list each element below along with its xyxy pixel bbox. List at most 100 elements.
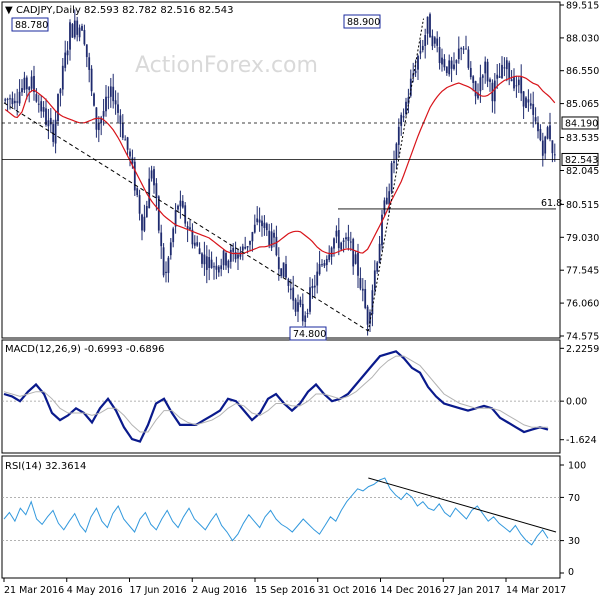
candle-body: [541, 140, 544, 156]
candle-body: [335, 230, 338, 237]
price-tick-label: 88.030: [566, 33, 599, 44]
rsi-line: [3, 477, 549, 546]
candle-body: [426, 16, 429, 34]
candle-body: [205, 256, 208, 270]
rsi-panel-frame: [1, 455, 561, 579]
rsi-axis: 100 70 30 0: [560, 461, 586, 578]
candle-body: [287, 278, 290, 286]
candle-body: [9, 98, 11, 100]
candle-body: [400, 114, 403, 126]
candle-body: [133, 161, 136, 191]
rsi-tick-label: 100: [568, 461, 586, 472]
candle-body: [313, 285, 316, 288]
candle-body: [515, 85, 518, 87]
candle-body: [462, 48, 465, 50]
candle-body: [275, 236, 278, 256]
candle-body: [265, 223, 268, 231]
candle-body: [47, 120, 50, 127]
macd-axis: 2.2259 0.00 -1.624: [560, 344, 599, 446]
candle-body: [359, 277, 362, 289]
candle-body: [354, 254, 357, 264]
candle-body: [285, 264, 287, 278]
candle-body: [131, 157, 134, 164]
candle-body: [520, 76, 523, 94]
dropdown-icon[interactable]: ▼: [5, 5, 13, 16]
candle-body: [405, 101, 407, 115]
candle-body: [304, 315, 307, 322]
candle-body: [208, 257, 211, 268]
candle-body: [373, 270, 376, 290]
candle-body: [289, 288, 292, 291]
candle-body: [337, 230, 340, 249]
rsi-tick-label: 70: [568, 493, 580, 504]
candle-body: [421, 45, 424, 51]
candle-body: [136, 188, 139, 195]
price-tick-label: 77.545: [566, 266, 599, 277]
candle-body: [546, 127, 549, 139]
price-tick-label: 74.575: [566, 332, 599, 343]
candle-body: [364, 288, 367, 308]
candle-body: [246, 246, 249, 248]
date-tick-label: 2 Aug 2016: [192, 585, 247, 596]
candle-body: [501, 64, 503, 79]
candle-body: [450, 60, 453, 69]
candle-body: [537, 123, 539, 132]
date-tick-label: 15 Sep 2016: [255, 585, 315, 596]
candle-body: [467, 49, 470, 68]
candle-body: [23, 77, 26, 90]
candle-body: [297, 302, 299, 312]
candle-body: [553, 154, 556, 156]
candle-body: [109, 86, 112, 97]
candle-body: [251, 232, 254, 242]
ohlc-values: 82.593 82.782 82.516 82.543: [84, 5, 234, 16]
candle-body: [227, 260, 230, 268]
candle-body: [349, 241, 352, 243]
candle-body: [97, 123, 100, 131]
candle-body: [417, 55, 419, 70]
candle-body: [160, 232, 163, 247]
candle-body: [196, 242, 199, 246]
candle-body: [431, 35, 434, 47]
candle-body: [376, 262, 379, 272]
candle-body: [383, 200, 386, 214]
candle-body: [325, 258, 328, 266]
candle-body: [438, 47, 441, 64]
candle-body: [179, 200, 182, 207]
candle-body: [333, 238, 335, 249]
candle-body: [263, 222, 266, 229]
candle-body: [105, 96, 107, 112]
candle-body: [318, 264, 321, 275]
candle-body: [6, 98, 9, 100]
candle-body: [366, 306, 369, 325]
candle-body: [78, 27, 81, 38]
price-tick-label: 80.515: [566, 200, 599, 211]
candle-body: [112, 86, 115, 102]
candle-body: [126, 137, 129, 150]
candle-body: [157, 196, 160, 231]
date-tick-label: 4 May 2016: [67, 585, 123, 596]
candle-body: [114, 100, 117, 105]
candle-body: [11, 98, 14, 105]
candle-body: [215, 265, 218, 270]
candle-body: [544, 136, 547, 154]
candle-body: [513, 77, 515, 89]
candle-body: [419, 50, 422, 54]
candle-body: [436, 38, 439, 46]
candle-body: [388, 191, 391, 205]
candle-body: [472, 76, 475, 83]
candle-body: [30, 76, 33, 89]
candle-body: [469, 67, 472, 78]
price-tick-label: 89.515: [566, 1, 599, 12]
rsi-tick-label: 0: [568, 567, 574, 578]
candle-body: [486, 61, 489, 82]
candle-body: [455, 60, 458, 64]
candle-body: [361, 288, 364, 291]
candle-body: [73, 20, 76, 38]
candle-body: [433, 37, 436, 44]
candle-body: [28, 87, 31, 91]
candle-body: [330, 247, 333, 257]
candle-body: [37, 103, 40, 105]
candle-body: [522, 91, 525, 107]
candle-body: [306, 312, 309, 314]
candle-body: [90, 68, 93, 92]
